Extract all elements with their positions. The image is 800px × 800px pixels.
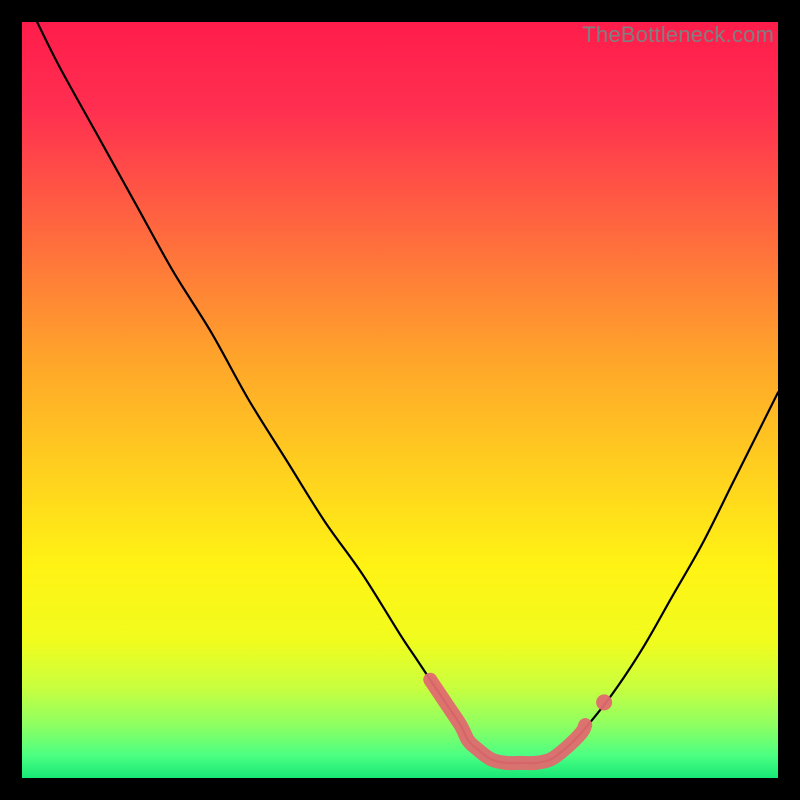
chart-frame: TheBottleneck.com bbox=[22, 22, 778, 778]
gradient-background bbox=[22, 22, 778, 778]
bottleneck-chart bbox=[22, 22, 778, 778]
optimal-point-dot bbox=[596, 694, 612, 710]
watermark-text: TheBottleneck.com bbox=[582, 22, 774, 48]
